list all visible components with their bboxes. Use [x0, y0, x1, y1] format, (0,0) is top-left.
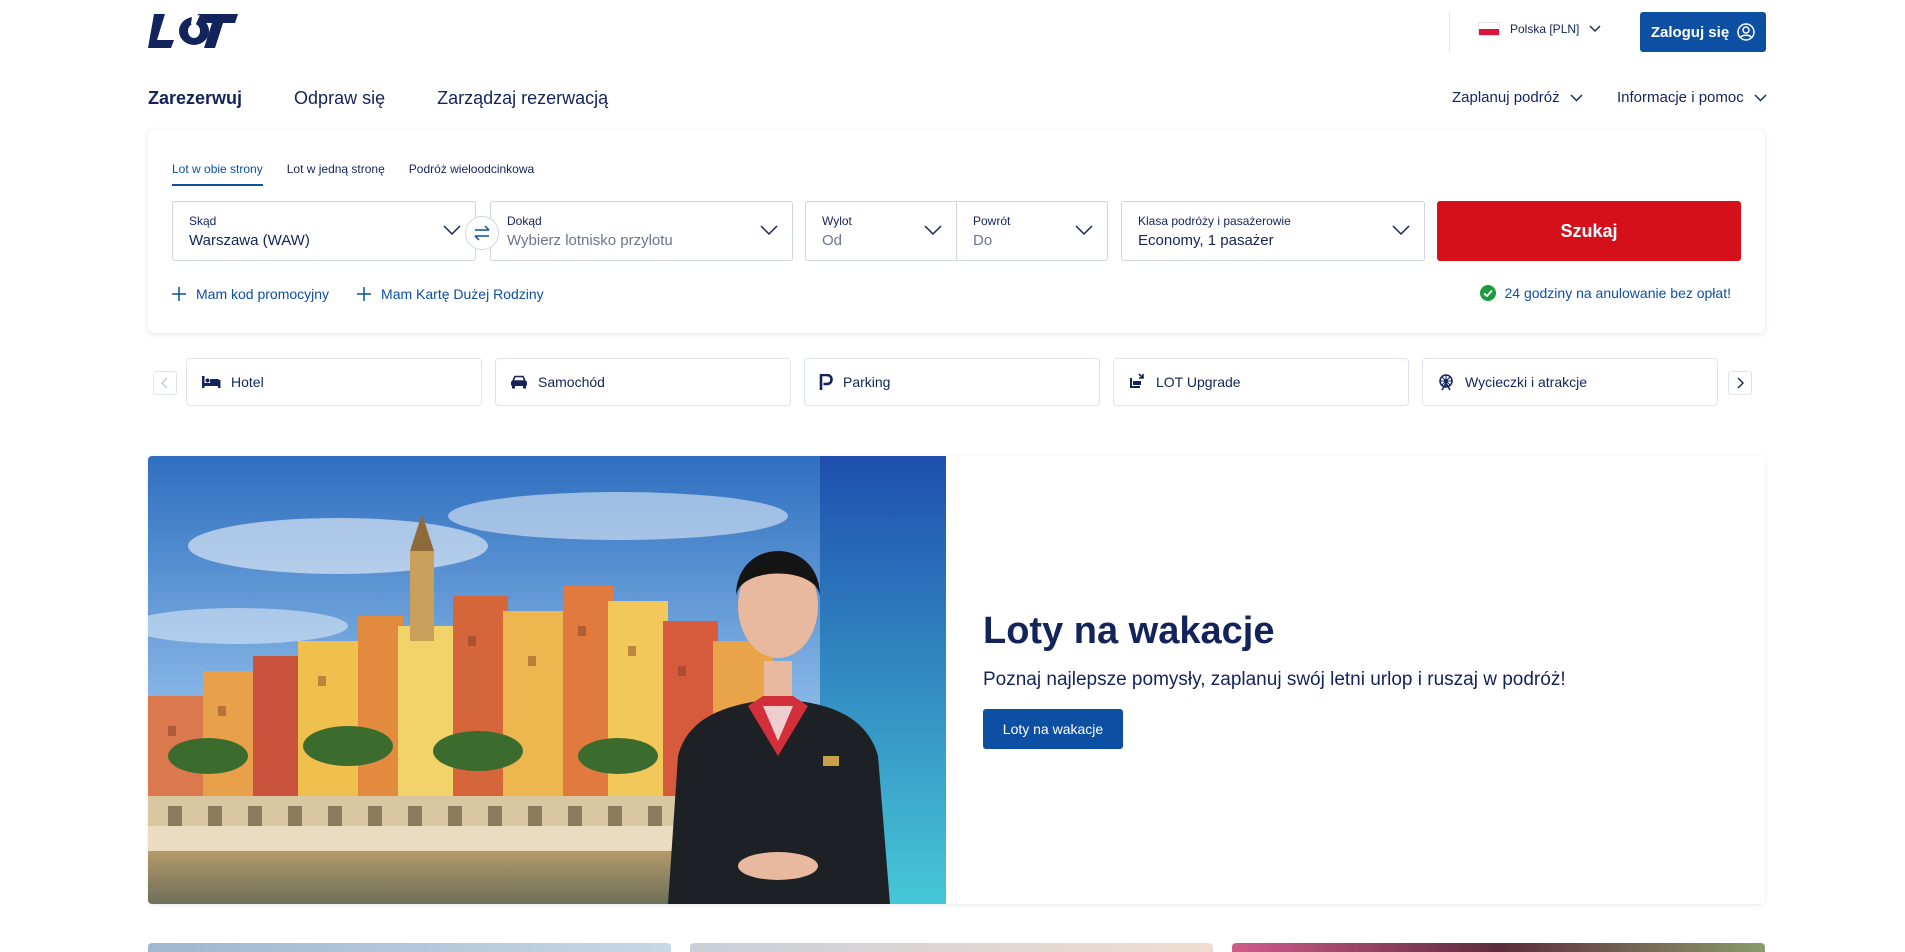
swap-arrows-icon: [474, 225, 490, 241]
chevron-down-icon: [1754, 94, 1767, 101]
service-lot-upgrade-label: LOT Upgrade: [1156, 374, 1241, 390]
promo-card[interactable]: [148, 943, 671, 952]
plus-icon: [172, 287, 186, 301]
chevron-down-icon: [443, 225, 461, 236]
service-hotel[interactable]: Hotel: [186, 358, 482, 406]
promo-card[interactable]: [690, 943, 1213, 952]
info-help-label: Informacje i pomoc: [1617, 89, 1744, 106]
summer-flights-button[interactable]: Loty na wakacje: [983, 709, 1123, 749]
family-card-link[interactable]: Mam Kartę Dużej Rodziny: [357, 286, 544, 302]
info-help-menu[interactable]: Informacje i pomoc: [1617, 89, 1767, 106]
poland-flag-icon: [1478, 22, 1500, 36]
services-prev-button[interactable]: [153, 371, 177, 395]
lot-logo[interactable]: [148, 14, 238, 48]
tab-multi-city[interactable]: Podróż wieloodcinkowa: [409, 162, 534, 186]
chevron-down-icon: [1392, 225, 1410, 236]
free-cancellation-note: 24 godziny na anulowanie bez opłat!: [1480, 285, 1731, 301]
origin-value: Warszawa (WAW): [189, 232, 310, 249]
promo-code-label: Mam kod promocyjny: [196, 286, 330, 302]
car-icon: [511, 375, 527, 389]
cabin-value: Economy, 1 pasażer: [1138, 232, 1274, 249]
chevron-down-icon: [1570, 94, 1583, 101]
hero-title: Loty na wakacje: [983, 610, 1275, 652]
nav-check-in[interactable]: Odpraw się: [294, 88, 385, 109]
search-button[interactable]: Szukaj: [1437, 201, 1741, 261]
service-tours-attractions[interactable]: Wycieczki i atrakcje: [1422, 358, 1718, 406]
destination-label: Dokąd: [507, 214, 542, 228]
ferris-wheel-icon: [1439, 374, 1453, 391]
cabin-label: Klasa podróży i pasażerowie: [1138, 214, 1291, 228]
booking-extras: Mam kod promocyjny Mam Kartę Dużej Rodzi…: [172, 286, 544, 302]
tab-one-way[interactable]: Lot w jedną stronę: [287, 162, 385, 186]
promo-code-link[interactable]: Mam kod promocyjny: [172, 286, 329, 302]
summer-flights-banner: Loty na wakacje Poznaj najlepsze pomysły…: [148, 456, 1765, 904]
departure-date-field[interactable]: Wylot Od: [805, 201, 957, 261]
service-parking-label: Parking: [843, 374, 891, 390]
trip-type-tabs: Lot w obie strony Lot w jedną stronę Pod…: [172, 162, 534, 186]
nav-book[interactable]: Zarezerwuj: [148, 88, 242, 109]
family-card-label: Mam Kartę Dużej Rodziny: [381, 286, 544, 302]
main-nav: Zarezerwuj Odpraw się Zarządzaj rezerwac…: [148, 88, 608, 109]
return-date-field[interactable]: Powrót Do: [956, 201, 1108, 261]
check-circle-icon: [1480, 285, 1497, 301]
departure-placeholder: Od: [822, 232, 843, 249]
departure-label: Wylot: [822, 214, 852, 228]
chevron-down-icon: [1589, 25, 1601, 32]
nav-manage-booking[interactable]: Zarządzaj rezerwacją: [437, 88, 608, 109]
service-car[interactable]: Samochód: [495, 358, 791, 406]
chevron-down-icon: [1075, 225, 1093, 236]
language-selector[interactable]: Polska [PLN]: [1478, 22, 1601, 36]
service-lot-upgrade[interactable]: LOT Upgrade: [1113, 358, 1409, 406]
parking-icon: [819, 374, 833, 390]
service-tours-label: Wycieczki i atrakcje: [1465, 374, 1588, 390]
upgrade-seat-icon: [1130, 373, 1144, 388]
return-placeholder: Do: [973, 232, 993, 249]
swap-airports-button[interactable]: [465, 216, 499, 250]
plus-icon: [357, 287, 372, 301]
chevron-left-icon: [161, 377, 168, 389]
chevron-down-icon: [760, 225, 778, 236]
origin-field[interactable]: Skąd Warszawa (WAW): [172, 201, 476, 261]
return-label: Powrót: [973, 214, 1011, 228]
plan-trip-label: Zaplanuj podróż: [1452, 89, 1560, 106]
booking-panel: Lot w obie strony Lot w jedną stronę Pod…: [148, 130, 1765, 333]
service-car-label: Samochód: [538, 374, 605, 390]
language-label: Polska [PLN]: [1510, 22, 1580, 36]
cabin-passengers-field[interactable]: Klasa podróży i pasażerowie Economy, 1 p…: [1121, 201, 1425, 261]
login-button[interactable]: Zaloguj się: [1640, 12, 1766, 52]
login-label: Zaloguj się: [1650, 23, 1730, 41]
user-icon: [1737, 23, 1755, 41]
free-cancellation-text: 24 godziny na anulowanie bez opłat!: [1504, 285, 1731, 301]
service-parking[interactable]: Parking: [804, 358, 1100, 406]
destination-field[interactable]: Dokąd Wybierz lotnisko przylotu: [490, 201, 793, 261]
service-hotel-label: Hotel: [231, 374, 264, 390]
destination-placeholder: Wybierz lotnisko przylotu: [507, 232, 673, 249]
origin-label: Skąd: [189, 214, 217, 228]
bed-icon: [202, 376, 221, 388]
hero-text: Loty na wakacje Poznaj najlepsze pomysły…: [983, 610, 1703, 749]
chevron-down-icon: [924, 225, 942, 236]
chevron-right-icon: [1737, 377, 1744, 389]
plan-trip-menu[interactable]: Zaplanuj podróż: [1452, 89, 1583, 106]
tab-round-trip[interactable]: Lot w obie strony: [172, 162, 263, 186]
hero-subtitle: Poznaj najlepsze pomysły, zaplanuj swój …: [983, 669, 1566, 690]
hero-image: [148, 456, 946, 904]
services-next-button[interactable]: [1728, 371, 1752, 395]
promo-card[interactable]: [1232, 943, 1765, 952]
header-divider: [1449, 12, 1450, 52]
